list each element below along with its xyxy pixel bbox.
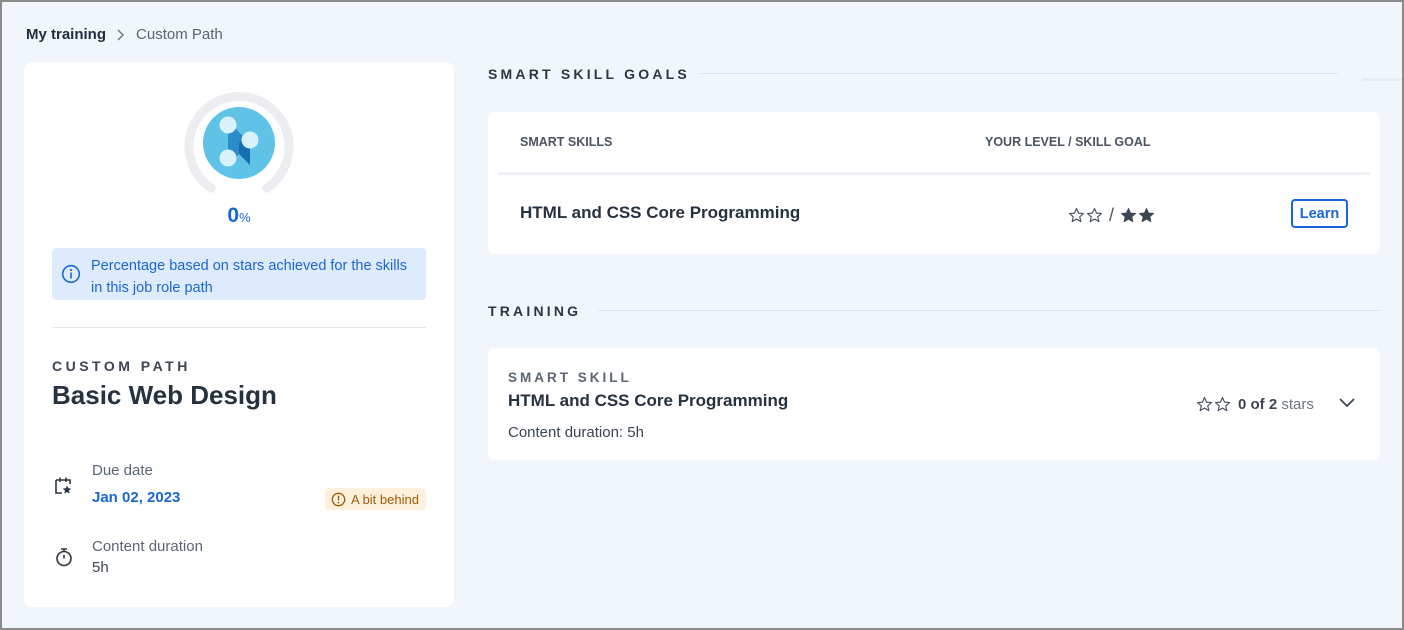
section-divider (700, 73, 1338, 74)
training-item-title: HTML and CSS Core Programming (508, 391, 789, 410)
due-date-value: Jan 02, 2023 (92, 489, 181, 506)
progress-value: 0 (227, 204, 240, 227)
training-item-duration: Content duration: 5h (508, 424, 644, 441)
progress-unit: % (239, 210, 251, 225)
chevron-right-icon (117, 28, 125, 41)
calendar-star-icon (55, 477, 72, 494)
training-stars (1196, 396, 1231, 413)
divider (52, 327, 426, 328)
path-type-label: CUSTOM PATH (52, 358, 191, 374)
breadcrumb-current: Custom Path (136, 26, 223, 43)
star-count: 0 of 2 stars (1238, 396, 1314, 413)
breadcrumb: My training Custom Path (26, 26, 223, 43)
star-empty-icon (1086, 207, 1103, 223)
column-header-level: YOUR LEVEL / SKILL GOAL (985, 135, 1151, 149)
info-text: Percentage based on stars achieved for t… (91, 258, 407, 296)
stars-earned: 0 (1238, 396, 1247, 413)
level-stars: / (1068, 205, 1155, 226)
path-title: Basic Web Design (52, 380, 277, 410)
path-summary-card: 0% Percentage based on stars achieved fo… (24, 62, 454, 607)
stopwatch-icon (56, 548, 72, 567)
progress-percent: 0% (24, 204, 454, 228)
stars-word: stars (1281, 396, 1314, 413)
star-empty-icon (1068, 207, 1085, 223)
info-icon (61, 264, 81, 284)
info-banner: Percentage based on stars achieved for t… (52, 248, 426, 300)
section-divider (598, 310, 1380, 311)
star-filled-icon (1121, 208, 1136, 223)
chevron-down-icon[interactable] (1338, 396, 1356, 410)
training-item-type: SMART SKILL (508, 370, 632, 385)
stars-total: 2 (1268, 396, 1278, 413)
star-filled-icon (1139, 208, 1154, 223)
progress-ring (184, 92, 294, 193)
training-heading: TRAINING (488, 303, 582, 319)
breadcrumb-my-training[interactable]: My training (26, 26, 106, 43)
status-badge-text: A bit behind (351, 491, 419, 507)
skill-logo-icon (203, 107, 275, 179)
due-date-label: Due date (92, 462, 153, 479)
skill-goals-table: SMART SKILLS YOUR LEVEL / SKILL GOAL HTM… (488, 112, 1380, 254)
content-duration-label: Content duration (92, 538, 203, 555)
star-empty-icon (1214, 396, 1231, 412)
training-item[interactable]: SMART SKILL HTML and CSS Core Programmin… (488, 348, 1380, 460)
stars-of: of (1250, 396, 1265, 413)
header-divider (498, 172, 1370, 175)
content-duration-value: 5h (92, 559, 109, 576)
skill-name: HTML and CSS Core Programming (520, 203, 801, 222)
smart-skill-goals-heading: SMART SKILL GOALS (488, 66, 690, 82)
warning-icon (331, 492, 346, 506)
level-separator: / (1109, 205, 1115, 225)
column-header-skills: SMART SKILLS (520, 135, 613, 149)
star-empty-icon (1196, 396, 1213, 412)
status-badge: A bit behind (325, 488, 426, 510)
learn-button[interactable]: Learn (1291, 199, 1348, 228)
scroll-shadow (1362, 78, 1402, 81)
